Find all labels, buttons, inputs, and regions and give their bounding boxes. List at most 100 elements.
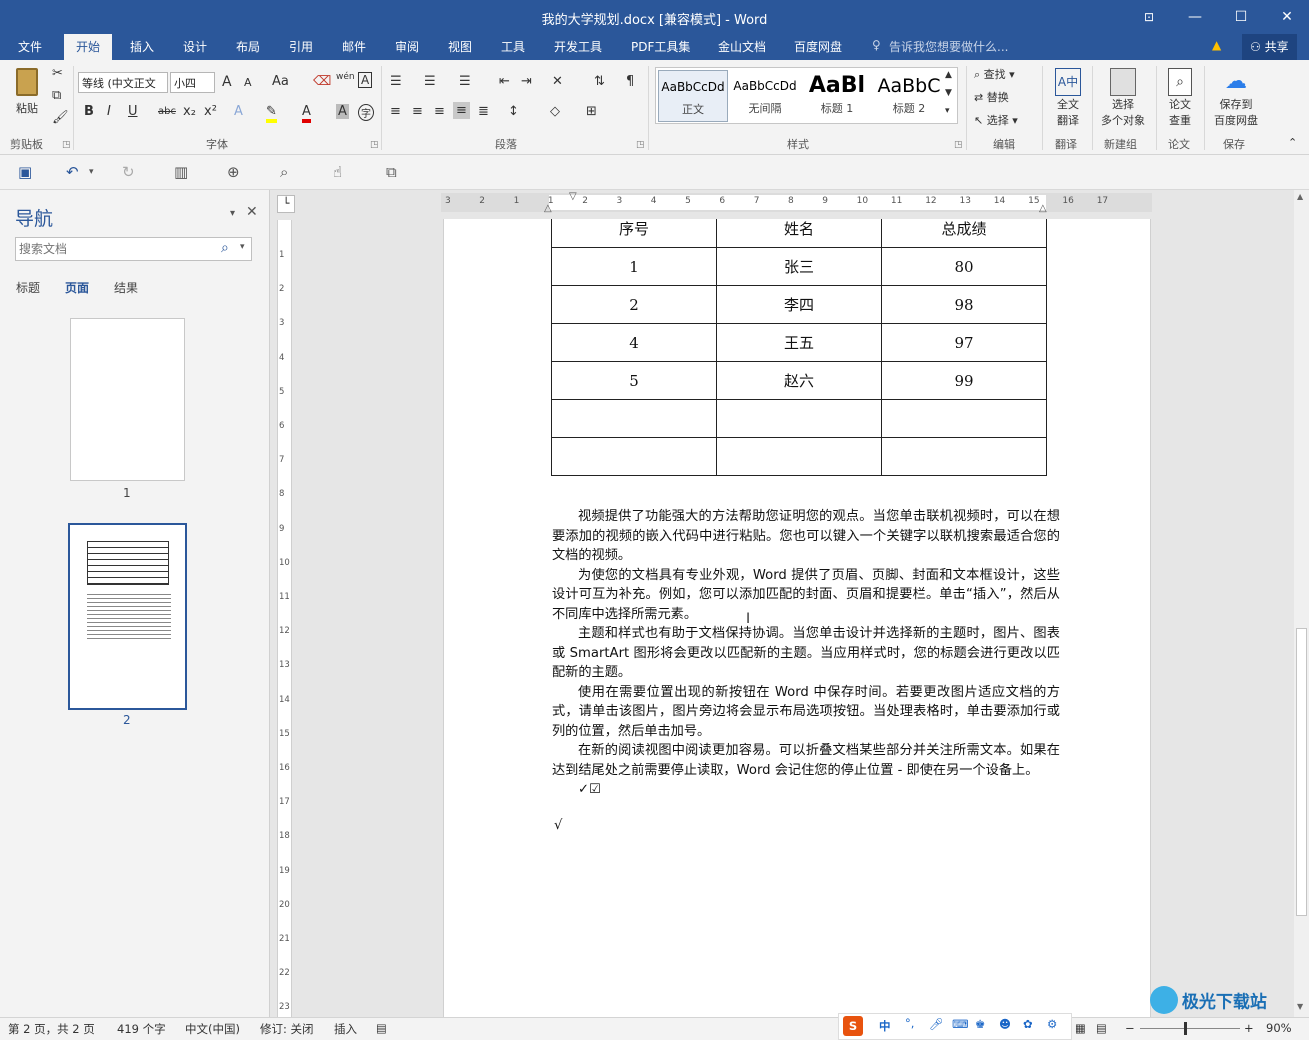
- punctuation-icon[interactable]: °,: [905, 1016, 914, 1030]
- search-input[interactable]: [19, 239, 209, 259]
- save-to-netdisk-button[interactable]: ☁ 保存到 百度网盘: [1208, 68, 1264, 128]
- table-cell[interactable]: 张三: [716, 247, 882, 286]
- nav-options-icon[interactable]: ▾: [230, 208, 235, 219]
- font-name-select[interactable]: 等线 (中文正文: [78, 72, 168, 93]
- sogou-ime-icon[interactable]: S: [843, 1016, 863, 1036]
- touch-mode-icon[interactable]: ☝: [333, 163, 342, 181]
- paragraph[interactable]: ✓☑: [552, 780, 1060, 800]
- shading-icon[interactable]: ◇: [550, 104, 560, 119]
- sort-icon[interactable]: ⇅: [594, 74, 605, 89]
- tab-home[interactable]: 开始: [64, 34, 113, 60]
- tab-tools[interactable]: 工具: [501, 38, 525, 55]
- more-styles-icon[interactable]: ▾: [945, 106, 950, 116]
- table-cell[interactable]: 赵六: [716, 361, 882, 400]
- tab-pdf-tools[interactable]: PDF工具集: [631, 38, 690, 55]
- nav-tab-headings[interactable]: 标题: [16, 279, 40, 296]
- undo-icon[interactable]: ↶: [66, 163, 79, 181]
- style-normal[interactable]: AaBbCcDd 正文: [658, 70, 728, 122]
- print-preview-icon[interactable]: ⌕: [280, 163, 288, 181]
- full-translate-button[interactable]: A中 全文 翻译: [1050, 68, 1086, 128]
- paragraph[interactable]: 视频提供了功能强大的方法帮助您证明您的观点。当您单击联机视频时，可以在想要添加的…: [552, 507, 1060, 566]
- nav-search-box[interactable]: ⌕ ▾: [15, 237, 252, 261]
- scroll-up-icon[interactable]: ▲: [945, 70, 952, 80]
- language[interactable]: 中文(中国): [185, 1021, 240, 1037]
- search-icon[interactable]: ⌕: [221, 240, 229, 256]
- table-cell[interactable]: 97: [881, 323, 1047, 362]
- table-cell[interactable]: 98: [881, 285, 1047, 324]
- table-cell[interactable]: 1: [551, 247, 717, 286]
- zoom-level[interactable]: 90%: [1266, 1021, 1292, 1035]
- vertical-scrollbar[interactable]: ▲ ▼: [1294, 190, 1309, 1017]
- collapse-ribbon-icon[interactable]: ⌃: [1288, 136, 1297, 149]
- minimize-button[interactable]: —: [1180, 6, 1210, 28]
- paper-check-button[interactable]: ⌕ 论文 查重: [1162, 68, 1198, 128]
- character-border-icon[interactable]: A: [358, 72, 373, 88]
- document-body-text[interactable]: 视频提供了功能强大的方法帮助您证明您的观点。当您单击联机视频时，可以在想要添加的…: [552, 507, 1060, 835]
- tab-references[interactable]: 引用: [289, 38, 313, 55]
- select-button[interactable]: ↖ 选择 ▾: [974, 112, 1018, 128]
- ime-mode[interactable]: 中: [879, 1018, 891, 1034]
- read-mode-icon[interactable]: ▥: [174, 163, 188, 181]
- borders-icon[interactable]: ⊞: [586, 104, 597, 119]
- word-count[interactable]: 419 个字: [117, 1021, 166, 1037]
- settings-icon[interactable]: ⚙: [1047, 1017, 1057, 1031]
- tab-insert[interactable]: 插入: [130, 38, 154, 55]
- tell-me-box[interactable]: 告诉我您想要做什么...: [889, 38, 1008, 55]
- find-button[interactable]: ⌕ 查找 ▾: [974, 66, 1015, 82]
- tab-developer[interactable]: 开发工具: [554, 38, 602, 55]
- tab-design[interactable]: 设计: [183, 38, 207, 55]
- table-cell[interactable]: 80: [881, 247, 1047, 286]
- style-heading-1[interactable]: AaBl 标题 1: [802, 70, 872, 122]
- distributed-icon[interactable]: ≣: [478, 104, 489, 119]
- maximize-button[interactable]: ☐: [1226, 6, 1256, 28]
- table-cell[interactable]: 99: [881, 361, 1047, 400]
- left-indent-marker[interactable]: △: [544, 203, 552, 214]
- page-count[interactable]: 第 2 页，共 2 页: [8, 1021, 95, 1037]
- tab-baidu-netdisk[interactable]: 百度网盘: [794, 38, 842, 55]
- paragraph[interactable]: 在新的阅读视图中阅读更加容易。可以折叠文档某些部分并关注所需文本。如果在达到结尾…: [552, 741, 1060, 780]
- scroll-down-arrow-icon[interactable]: ▼: [1297, 1002, 1303, 1011]
- highlight-color-icon[interactable]: ✎: [266, 104, 277, 123]
- toolbox-icon[interactable]: ✿: [1023, 1017, 1033, 1031]
- numbering-icon[interactable]: ☰: [424, 74, 436, 89]
- zoom-slider-thumb[interactable]: [1184, 1022, 1188, 1035]
- phonetic-guide-icon[interactable]: wén: [336, 72, 355, 82]
- print-layout-icon[interactable]: ▦: [1075, 1021, 1086, 1035]
- table-cell[interactable]: [881, 437, 1047, 476]
- paragraph[interactable]: 主题和样式也有助于文档保持协调。当您单击设计并选择新的主题时，图片、图表或 Sm…: [552, 624, 1060, 683]
- italic-button[interactable]: I: [107, 104, 111, 119]
- undo-dropdown-icon[interactable]: ▾: [89, 167, 94, 177]
- align-center-icon[interactable]: ≡: [412, 104, 423, 119]
- copy-icon[interactable]: ⧉: [52, 88, 61, 103]
- align-right-icon[interactable]: ≡: [434, 104, 445, 119]
- customize-icon[interactable]: ⧉: [386, 163, 397, 181]
- table-cell[interactable]: [551, 399, 717, 438]
- insert-mode[interactable]: 插入: [334, 1021, 357, 1037]
- nav-tab-pages[interactable]: 页面: [65, 279, 89, 296]
- tab-view[interactable]: 视图: [448, 38, 472, 55]
- table-cell[interactable]: 2: [551, 285, 717, 324]
- replace-button[interactable]: ⇄ 替换: [974, 89, 1009, 105]
- table-cell[interactable]: [716, 399, 882, 438]
- page-thumbnail[interactable]: [70, 318, 185, 481]
- table-cell[interactable]: 5: [551, 361, 717, 400]
- justify-icon[interactable]: ≡: [453, 102, 470, 119]
- ribbon-display-options-icon[interactable]: ⊡: [1134, 6, 1164, 28]
- subscript-button[interactable]: x₂: [183, 104, 196, 119]
- warning-icon[interactable]: ▲: [1212, 38, 1221, 52]
- tab-layout[interactable]: 布局: [236, 38, 260, 55]
- tab-mailings[interactable]: 邮件: [342, 38, 366, 55]
- zoom-in-icon[interactable]: +: [1244, 1021, 1254, 1035]
- keyboard-icon[interactable]: ⌨: [952, 1017, 969, 1031]
- skin-icon[interactable]: ♚: [975, 1017, 985, 1031]
- tab-file[interactable]: 文件: [18, 38, 42, 55]
- scroll-down-icon[interactable]: ▼: [945, 88, 952, 98]
- strikethrough-button[interactable]: abc: [158, 106, 176, 117]
- table-cell[interactable]: 总成绩: [881, 219, 1047, 248]
- grow-font-icon[interactable]: A: [222, 74, 232, 90]
- zoom-slider[interactable]: [1140, 1022, 1240, 1035]
- close-button[interactable]: ✕: [1272, 6, 1302, 28]
- tab-kingsoft-docs[interactable]: 金山文档: [718, 38, 766, 55]
- paragraph[interactable]: 使用在需要位置出现的新按钮在 Word 中保存时间。若要更改图片适应文档的方式，…: [552, 683, 1060, 742]
- page-thumbnail-selected[interactable]: [68, 523, 187, 710]
